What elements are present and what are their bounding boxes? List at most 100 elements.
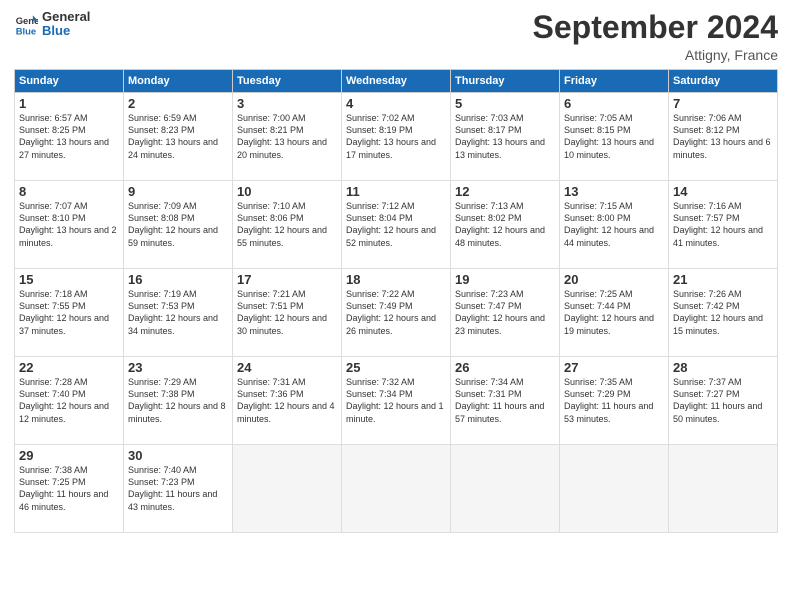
- cell-text: Sunrise: 7:31 AMSunset: 7:36 PMDaylight:…: [237, 377, 335, 423]
- day-number: 23: [128, 360, 228, 375]
- cell-text: Sunrise: 7:32 AMSunset: 7:34 PMDaylight:…: [346, 377, 444, 423]
- cell-text: Sunrise: 7:18 AMSunset: 7:55 PMDaylight:…: [19, 289, 109, 335]
- day-number: 10: [237, 184, 337, 199]
- cell-text: Sunrise: 7:25 AMSunset: 7:44 PMDaylight:…: [564, 289, 654, 335]
- cell-text: Sunrise: 7:02 AMSunset: 8:19 PMDaylight:…: [346, 113, 436, 159]
- cell-text: Sunrise: 7:00 AMSunset: 8:21 PMDaylight:…: [237, 113, 327, 159]
- day-number: 14: [673, 184, 773, 199]
- calendar-cell: 3 Sunrise: 7:00 AMSunset: 8:21 PMDaylight…: [233, 93, 342, 181]
- day-number: 4: [346, 96, 446, 111]
- cell-text: Sunrise: 7:26 AMSunset: 7:42 PMDaylight:…: [673, 289, 763, 335]
- cell-text: Sunrise: 7:38 AMSunset: 7:25 PMDaylight:…: [19, 465, 108, 511]
- day-number: 11: [346, 184, 446, 199]
- location: Attigny, France: [533, 47, 778, 63]
- calendar-cell: 26Sunrise: 7:34 AMSunset: 7:31 PMDayligh…: [451, 357, 560, 445]
- logo-icon: General Blue: [14, 12, 38, 36]
- day-number: 19: [455, 272, 555, 287]
- cell-text: Sunrise: 7:22 AMSunset: 7:49 PMDaylight:…: [346, 289, 436, 335]
- cell-text: Sunrise: 7:40 AMSunset: 7:23 PMDaylight:…: [128, 465, 217, 511]
- calendar-week-row: 29 Sunrise: 7:38 AMSunset: 7:25 PMDayligh…: [15, 445, 778, 533]
- cell-text: Sunrise: 6:57 AMSunset: 8:25 PMDaylight:…: [19, 113, 109, 159]
- calendar-cell: 18 Sunrise: 7:22 AMSunset: 7:49 PMDayligh…: [342, 269, 451, 357]
- cell-text: Sunrise: 7:05 AMSunset: 8:15 PMDaylight:…: [564, 113, 654, 159]
- page: General Blue General Blue September 2024…: [0, 0, 792, 612]
- cell-text: Sunrise: 7:29 AMSunset: 7:38 PMDaylight:…: [128, 377, 226, 423]
- calendar-cell: [233, 445, 342, 533]
- calendar-cell: 5Sunrise: 7:03 AMSunset: 8:17 PMDaylight…: [451, 93, 560, 181]
- day-number: 28: [673, 360, 773, 375]
- calendar-cell: 14Sunrise: 7:16 AMSunset: 7:57 PMDayligh…: [669, 181, 778, 269]
- calendar-week-row: 8 Sunrise: 7:07 AMSunset: 8:10 PMDaylight…: [15, 181, 778, 269]
- cell-text: Sunrise: 7:09 AMSunset: 8:08 PMDaylight:…: [128, 201, 218, 247]
- day-number: 1: [19, 96, 119, 111]
- weekday-header: Thursday: [451, 70, 560, 93]
- cell-text: Sunrise: 7:13 AMSunset: 8:02 PMDaylight:…: [455, 201, 545, 247]
- day-number: 20: [564, 272, 664, 287]
- day-number: 17: [237, 272, 337, 287]
- title-block: September 2024 Attigny, France: [533, 10, 778, 63]
- calendar-cell: 12 Sunrise: 7:13 AMSunset: 8:02 PMDayligh…: [451, 181, 560, 269]
- day-number: 16: [128, 272, 228, 287]
- day-number: 29: [19, 448, 119, 463]
- calendar-week-row: 1 Sunrise: 6:57 AMSunset: 8:25 PMDaylight…: [15, 93, 778, 181]
- calendar-cell: 7 Sunrise: 7:06 AMSunset: 8:12 PMDaylight…: [669, 93, 778, 181]
- calendar-cell: 2 Sunrise: 6:59 AMSunset: 8:23 PMDaylight…: [124, 93, 233, 181]
- day-number: 27: [564, 360, 664, 375]
- day-number: 21: [673, 272, 773, 287]
- calendar-cell: 27 Sunrise: 7:35 AMSunset: 7:29 PMDayligh…: [560, 357, 669, 445]
- cell-text: Sunrise: 7:23 AMSunset: 7:47 PMDaylight:…: [455, 289, 545, 335]
- weekday-header: Sunday: [15, 70, 124, 93]
- cell-text: Sunrise: 7:19 AMSunset: 7:53 PMDaylight:…: [128, 289, 218, 335]
- calendar-cell: 15 Sunrise: 7:18 AMSunset: 7:55 PMDayligh…: [15, 269, 124, 357]
- cell-text: Sunrise: 7:12 AMSunset: 8:04 PMDaylight:…: [346, 201, 436, 247]
- calendar-cell: 20 Sunrise: 7:25 AMSunset: 7:44 PMDayligh…: [560, 269, 669, 357]
- weekday-header: Tuesday: [233, 70, 342, 93]
- calendar-cell: 24Sunrise: 7:31 AMSunset: 7:36 PMDayligh…: [233, 357, 342, 445]
- logo-blue: Blue: [42, 24, 90, 38]
- calendar-cell: 19 Sunrise: 7:23 AMSunset: 7:47 PMDayligh…: [451, 269, 560, 357]
- day-number: 9: [128, 184, 228, 199]
- cell-text: Sunrise: 7:10 AMSunset: 8:06 PMDaylight:…: [237, 201, 327, 247]
- weekday-header: Monday: [124, 70, 233, 93]
- cell-text: Sunrise: 7:35 AMSunset: 7:29 PMDaylight:…: [564, 377, 653, 423]
- weekday-header: Wednesday: [342, 70, 451, 93]
- cell-text: Sunrise: 7:21 AMSunset: 7:51 PMDaylight:…: [237, 289, 327, 335]
- day-number: 8: [19, 184, 119, 199]
- cell-text: Sunrise: 7:07 AMSunset: 8:10 PMDaylight:…: [19, 201, 117, 247]
- calendar-week-row: 15 Sunrise: 7:18 AMSunset: 7:55 PMDayligh…: [15, 269, 778, 357]
- cell-text: Sunrise: 7:28 AMSunset: 7:40 PMDaylight:…: [19, 377, 109, 423]
- day-number: 7: [673, 96, 773, 111]
- cell-text: Sunrise: 7:15 AMSunset: 8:00 PMDaylight:…: [564, 201, 654, 247]
- day-number: 2: [128, 96, 228, 111]
- calendar-cell: 6 Sunrise: 7:05 AMSunset: 8:15 PMDaylight…: [560, 93, 669, 181]
- day-number: 25: [346, 360, 446, 375]
- day-number: 26: [455, 360, 555, 375]
- month-title: September 2024: [533, 10, 778, 45]
- cell-text: Sunrise: 7:06 AMSunset: 8:12 PMDaylight:…: [673, 113, 771, 159]
- calendar-cell: [451, 445, 560, 533]
- weekday-header: Friday: [560, 70, 669, 93]
- calendar-cell: 8 Sunrise: 7:07 AMSunset: 8:10 PMDaylight…: [15, 181, 124, 269]
- svg-text:Blue: Blue: [16, 26, 36, 37]
- logo: General Blue General Blue: [14, 10, 90, 39]
- day-number: 22: [19, 360, 119, 375]
- calendar-cell: 28Sunrise: 7:37 AMSunset: 7:27 PMDayligh…: [669, 357, 778, 445]
- calendar-cell: [560, 445, 669, 533]
- day-number: 6: [564, 96, 664, 111]
- day-number: 3: [237, 96, 337, 111]
- day-number: 12: [455, 184, 555, 199]
- calendar-cell: 9 Sunrise: 7:09 AMSunset: 8:08 PMDaylight…: [124, 181, 233, 269]
- day-number: 15: [19, 272, 119, 287]
- calendar-cell: 21 Sunrise: 7:26 AMSunset: 7:42 PMDayligh…: [669, 269, 778, 357]
- calendar-cell: 11 Sunrise: 7:12 AMSunset: 8:04 PMDayligh…: [342, 181, 451, 269]
- day-number: 5: [455, 96, 555, 111]
- calendar-cell: 13 Sunrise: 7:15 AMSunset: 8:00 PMDayligh…: [560, 181, 669, 269]
- calendar-cell: 23 Sunrise: 7:29 AMSunset: 7:38 PMDayligh…: [124, 357, 233, 445]
- day-number: 13: [564, 184, 664, 199]
- calendar-cell: [669, 445, 778, 533]
- day-number: 18: [346, 272, 446, 287]
- calendar-cell: [342, 445, 451, 533]
- day-number: 30: [128, 448, 228, 463]
- calendar-cell: 1 Sunrise: 6:57 AMSunset: 8:25 PMDaylight…: [15, 93, 124, 181]
- cell-text: Sunrise: 6:59 AMSunset: 8:23 PMDaylight:…: [128, 113, 218, 159]
